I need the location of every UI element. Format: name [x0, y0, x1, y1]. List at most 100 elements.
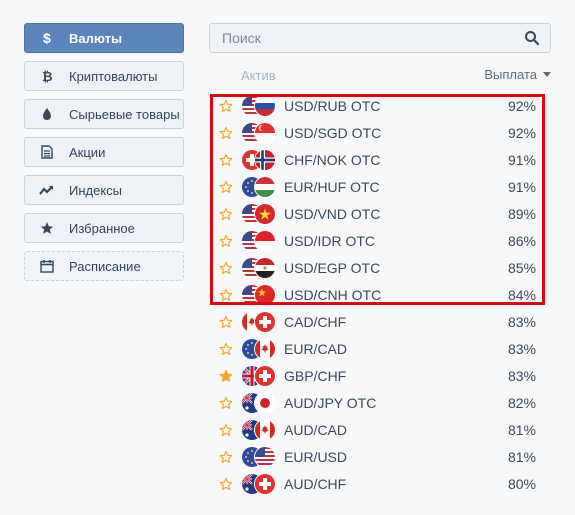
asset-name: CHF/NOK OTC — [284, 151, 381, 168]
asset-row[interactable]: EUR/HUF OTC 91% — [212, 173, 542, 200]
asset-name: GBP/CHF — [284, 367, 347, 384]
quote-flag-icon — [255, 149, 275, 170]
payout-header-label: Выплата — [484, 67, 537, 82]
asset-row[interactable]: GBP/CHF 83% — [212, 362, 542, 389]
asset-payout: 89% — [507, 205, 536, 222]
asset-payout: 84% — [507, 286, 536, 303]
pair-flags-icon — [242, 311, 278, 332]
asset-payout: 83% — [507, 367, 536, 384]
quote-flag-icon — [255, 338, 275, 359]
pair-flags-icon — [242, 95, 278, 116]
dollar-icon: $ — [39, 30, 55, 46]
pair-flags-icon — [242, 176, 278, 197]
asset-row[interactable]: USD/VND OTC 89% — [212, 200, 542, 227]
favorite-star-icon[interactable] — [219, 207, 233, 221]
asset-row[interactable]: CHF/NOK OTC 91% — [212, 146, 542, 173]
asset-name: AUD/CHF — [284, 475, 347, 492]
asset-row[interactable]: AUD/JPY OTC 82% — [212, 389, 542, 416]
quote-flag-icon — [255, 284, 275, 305]
asset-row[interactable]: USD/IDR OTC 86% — [212, 227, 542, 254]
category-commodities[interactable]: Сырьевые товары — [24, 99, 184, 129]
asset-payout: 82% — [507, 394, 536, 411]
asset-row[interactable]: USD/SGD OTC 92% — [212, 119, 542, 146]
asset-payout: 91% — [507, 151, 536, 168]
asset-payout: 80% — [507, 475, 536, 492]
asset-row[interactable]: EUR/USD 81% — [212, 443, 542, 470]
quote-flag-icon — [255, 230, 275, 251]
pair-flags-icon — [242, 338, 278, 359]
category-indices[interactable]: Индексы — [24, 175, 184, 205]
quote-flag-icon — [255, 365, 275, 386]
favorite-star-icon[interactable] — [219, 180, 233, 194]
asset-name: EUR/CAD — [284, 340, 348, 357]
asset-payout: 85% — [507, 259, 536, 276]
asset-payout: 92% — [507, 124, 536, 141]
star-icon — [39, 220, 55, 236]
asset-name: USD/RUB OTC — [284, 97, 381, 114]
category-label: Криптовалюты — [69, 68, 158, 84]
asset-payout: 83% — [507, 340, 536, 357]
category-sidebar: $ Валюты ₿ Криптовалюты Сырьевые товары … — [24, 23, 184, 289]
quote-flag-icon — [255, 122, 275, 143]
pair-flags-icon — [242, 446, 278, 467]
svg-text:₿: ₿ — [42, 70, 53, 84]
pair-flags-icon — [242, 257, 278, 278]
search-input[interactable] — [220, 29, 524, 47]
document-icon — [39, 144, 55, 160]
asset-name: USD/CNH OTC — [284, 286, 382, 303]
favorite-star-icon[interactable] — [219, 369, 233, 383]
quote-flag-icon — [255, 446, 275, 467]
asset-row[interactable]: AUD/CHF 80% — [212, 470, 542, 497]
caret-down-icon — [543, 72, 551, 77]
category-currencies[interactable]: $ Валюты — [24, 23, 184, 53]
asset-payout: 91% — [507, 178, 536, 195]
asset-row[interactable]: USD/CNH OTC 84% — [212, 281, 542, 308]
asset-name: AUD/JPY OTC — [284, 394, 377, 411]
pair-flags-icon — [242, 392, 278, 413]
category-label: Избранное — [69, 220, 135, 236]
payout-sort-header[interactable]: Выплата — [484, 67, 551, 82]
favorite-star-icon[interactable] — [219, 342, 233, 356]
asset-name: EUR/HUF OTC — [284, 178, 380, 195]
quote-flag-icon — [255, 257, 275, 278]
drop-icon — [39, 106, 55, 122]
asset-row[interactable]: AUD/CAD 81% — [212, 416, 542, 443]
asset-row[interactable]: USD/EGP OTC 85% — [212, 254, 542, 281]
calendar-icon — [39, 258, 55, 274]
favorite-star-icon[interactable] — [219, 450, 233, 464]
bitcoin-icon: ₿ — [39, 68, 55, 84]
asset-row[interactable]: USD/RUB OTC 92% — [212, 92, 542, 119]
quote-flag-icon — [255, 203, 275, 224]
favorite-star-icon[interactable] — [219, 234, 233, 248]
asset-name: USD/IDR OTC — [284, 232, 375, 249]
category-favorites[interactable]: Избранное — [24, 213, 184, 243]
category-schedule[interactable]: Расписание — [24, 251, 184, 281]
favorite-star-icon[interactable] — [219, 153, 233, 167]
favorite-star-icon[interactable] — [219, 396, 233, 410]
asset-name: AUD/CAD — [284, 421, 348, 438]
favorite-star-icon[interactable] — [219, 423, 233, 437]
favorite-star-icon[interactable] — [219, 315, 233, 329]
favorite-star-icon[interactable] — [219, 288, 233, 302]
quote-flag-icon — [255, 176, 275, 197]
asset-name: CAD/CHF — [284, 313, 347, 330]
asset-name: EUR/USD — [284, 448, 348, 465]
search-icon[interactable] — [524, 30, 540, 46]
favorite-star-icon[interactable] — [219, 477, 233, 491]
pair-flags-icon — [242, 365, 278, 386]
asset-payout: 81% — [507, 448, 536, 465]
favorite-star-icon[interactable] — [219, 99, 233, 113]
pair-flags-icon — [242, 419, 278, 440]
favorite-star-icon[interactable] — [219, 261, 233, 275]
asset-row[interactable]: CAD/CHF 83% — [212, 308, 542, 335]
asset-list: USD/RUB OTC 92% USD/SGD OTC 92% CHF/NOK OTC 9… — [212, 92, 542, 497]
asset-payout: 83% — [507, 313, 536, 330]
category-crypto[interactable]: ₿ Криптовалюты — [24, 61, 184, 91]
category-stocks[interactable]: Акции — [24, 137, 184, 167]
category-label: Индексы — [69, 182, 123, 198]
quote-flag-icon — [255, 95, 275, 116]
favorite-star-icon[interactable] — [219, 126, 233, 140]
asset-row[interactable]: EUR/CAD 83% — [212, 335, 542, 362]
pair-flags-icon — [242, 149, 278, 170]
quote-flag-icon — [255, 311, 275, 332]
